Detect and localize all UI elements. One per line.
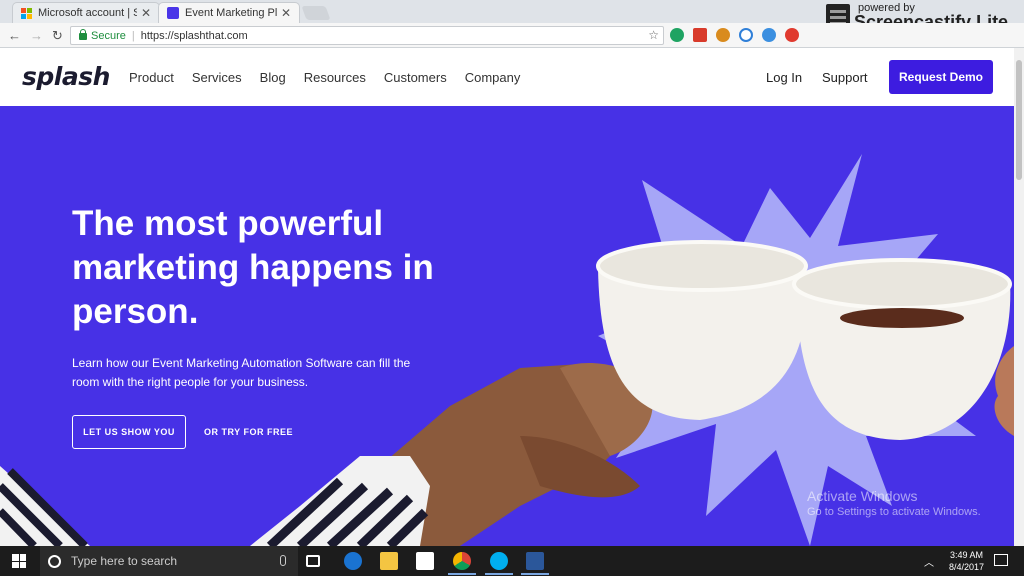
word-icon[interactable] [526,552,544,570]
store-icon[interactable] [416,552,434,570]
url-field[interactable]: Secure | https://splashthat.com ☆ [70,26,664,45]
search-placeholder: Type here to search [71,554,178,568]
splash-logo[interactable]: splash [22,62,110,91]
microphone-icon[interactable] [280,555,286,566]
taskbar-search-input[interactable]: Type here to search [40,546,298,576]
skype-icon[interactable] [490,552,508,570]
clock-time: 3:49 AM [949,550,983,560]
try-for-free-link[interactable]: OR TRY FOR FREE [204,427,293,437]
scrollbar-thumb[interactable] [1016,60,1022,180]
close-icon[interactable]: ✕ [281,6,291,20]
edge-icon[interactable] [344,552,362,570]
file-explorer-icon[interactable] [380,552,398,570]
site-header: splash Product Services Blog Resources C… [0,48,1024,106]
windows-taskbar: Type here to search ︿ 3:49 AM 8/4/2017 [0,546,1024,576]
opera-icon[interactable] [785,28,799,42]
secure-label: Secure [91,29,126,42]
reload-icon[interactable]: ↻ [52,28,63,44]
microsoft-logo-icon [21,7,32,19]
forward-icon[interactable]: → [30,28,43,43]
active-app-indicator [448,573,476,575]
grammarly-icon[interactable] [670,28,684,42]
hero-subtext: Learn how our Event Marketing Automation… [72,356,411,389]
tab-title: Microsoft account | Sign [38,7,137,19]
nav-customers[interactable]: Customers [384,70,447,85]
extension-icon[interactable] [739,28,753,42]
show-hidden-icons-icon[interactable]: ︿ [924,554,934,569]
bookmark-star-icon[interactable]: ☆ [648,28,659,42]
lock-icon [79,29,87,40]
back-icon[interactable]: ← [8,28,21,43]
nav-blog[interactable]: Blog [260,70,286,85]
login-link[interactable]: Log In [766,70,802,85]
let-us-show-you-button[interactable]: LET US SHOW YOU [72,415,186,449]
tab-event-marketing[interactable]: Event Marketing Platform ✕ [158,2,300,23]
left-bottom-sleeve [0,466,90,546]
page-scrollbar[interactable] [1014,48,1024,546]
extension-icon[interactable] [716,28,730,42]
cortana-icon [48,554,61,568]
clock-date: 8/4/2017 [948,562,984,572]
new-tab-button[interactable] [301,6,331,20]
chrome-icon[interactable] [453,552,471,570]
extension-icons [670,28,799,42]
active-app-indicator [521,573,549,575]
browser-tab-strip: Microsoft account | Sign ✕ Event Marketi… [0,0,1024,32]
active-app-indicator [485,573,513,575]
action-center-icon[interactable] [994,554,1008,566]
url-text: https://splashthat.com [140,29,248,42]
hero-headline: The most powerful marketing happens in p… [72,204,434,331]
nav-resources[interactable]: Resources [304,70,366,85]
address-bar: ← → ↻ Secure | https://splashthat.com ☆ [0,23,1024,48]
separator: | [131,29,135,42]
task-view-icon[interactable] [306,555,320,567]
support-link[interactable]: Support [822,70,868,85]
nav-company[interactable]: Company [465,70,521,85]
nav-product[interactable]: Product [129,70,174,85]
request-demo-button[interactable]: Request Demo [889,60,993,94]
splash-favicon-icon [167,7,179,19]
main-nav: Product Services Blog Resources Customer… [129,70,538,85]
extension-icon[interactable] [762,28,776,42]
nav-services[interactable]: Services [192,70,242,85]
watermark-title: Activate Windows [807,488,918,504]
close-icon[interactable]: ✕ [141,6,151,20]
extension-icon[interactable] [693,28,707,42]
tab-title: Event Marketing Platform [185,7,277,19]
watermark-subtitle: Go to Settings to activate Windows. [807,506,981,518]
activate-windows-watermark: Activate Windows Go to Settings to activ… [807,488,981,518]
windows-start-icon[interactable] [12,554,26,568]
system-clock[interactable]: 3:49 AM 8/4/2017 [949,549,984,573]
hero-section: The most powerful marketing happens in p… [0,106,1014,546]
tab-microsoft-account[interactable]: Microsoft account | Sign ✕ [12,2,160,23]
